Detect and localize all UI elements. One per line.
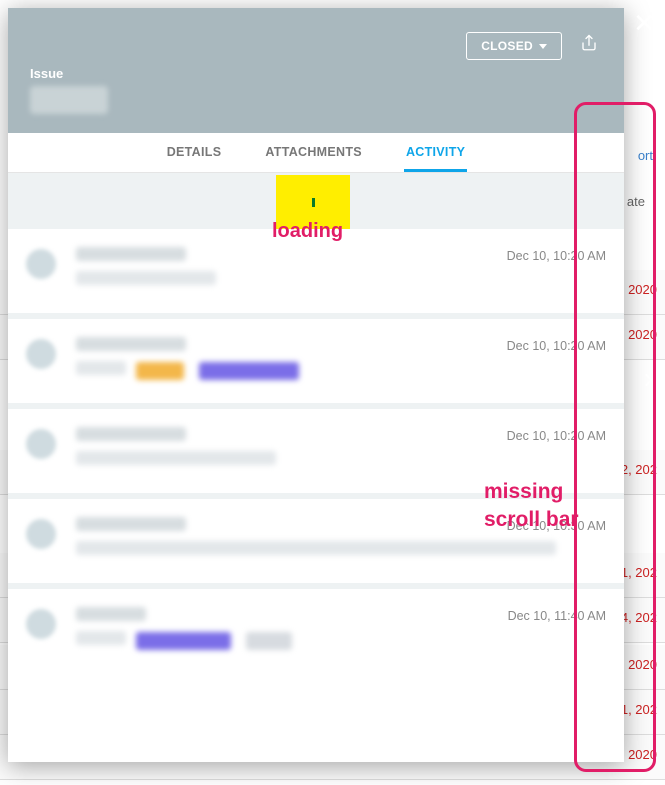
avatar xyxy=(26,429,56,459)
badge-redacted xyxy=(246,632,292,650)
avatar xyxy=(26,519,56,549)
background-link[interactable]: ort xyxy=(638,148,653,163)
author-redacted xyxy=(76,247,186,261)
next-record-button[interactable] xyxy=(639,370,659,395)
bg-cell-date: 2, 202 xyxy=(621,462,657,477)
content-redacted xyxy=(76,451,276,465)
content-redacted xyxy=(76,631,126,645)
activity-content: Dec 10, 10:20 AM Dec 10, 10:20 AM xyxy=(8,173,624,762)
issue-id-redacted xyxy=(30,86,108,114)
tab-attachments[interactable]: ATTACHMENTS xyxy=(263,143,364,172)
loading-spinner-icon xyxy=(312,198,315,207)
tab-details[interactable]: DETAILS xyxy=(165,143,224,172)
author-redacted xyxy=(76,517,186,531)
tab-activity[interactable]: ACTIVITY xyxy=(404,143,467,172)
author-redacted xyxy=(76,427,186,441)
activity-item: Dec 10, 11:40 AM xyxy=(8,589,624,679)
share-button[interactable] xyxy=(580,34,598,57)
caret-down-icon xyxy=(539,44,547,49)
status-label: CLOSED xyxy=(481,39,533,53)
avatar xyxy=(26,609,56,639)
content-redacted xyxy=(76,361,126,375)
bg-cell-date: 1, 202 xyxy=(621,702,657,717)
issue-label: Issue xyxy=(30,66,63,81)
annotation-loading: loading xyxy=(272,220,343,243)
tabs: DETAILS ATTACHMENTS ACTIVITY xyxy=(8,133,624,173)
badge-redacted xyxy=(136,632,231,650)
modal-header: CLOSED Issue xyxy=(8,8,624,133)
close-icon[interactable]: ✕ xyxy=(633,10,655,36)
issue-modal: CLOSED Issue DETAILS ATTACHMENTS ACTIVIT… xyxy=(8,8,624,762)
timestamp: Dec 10, 10:20 AM xyxy=(507,339,606,353)
status-dropdown-button[interactable]: CLOSED xyxy=(466,32,562,60)
author-redacted xyxy=(76,337,186,351)
badge-redacted xyxy=(199,362,299,380)
bg-cell-date: , 2020 xyxy=(621,657,657,672)
timestamp: Dec 10, 10:20 AM xyxy=(507,429,606,443)
timestamp: Dec 10, 11:40 AM xyxy=(508,609,606,623)
bg-cell-date: 4, 202 xyxy=(621,610,657,625)
activity-list: Dec 10, 10:20 AM Dec 10, 10:20 AM xyxy=(8,229,624,679)
avatar xyxy=(26,339,56,369)
background-col-header: ate xyxy=(627,194,645,209)
bg-cell-date: 1, 202 xyxy=(621,565,657,580)
annotation-missing-scrollbar: missing scroll bar xyxy=(484,478,579,535)
timestamp: Dec 10, 10:20 AM xyxy=(507,249,606,263)
content-redacted xyxy=(76,541,556,555)
activity-item: Dec 10, 10:20 AM xyxy=(8,319,624,409)
content-redacted xyxy=(76,271,216,285)
author-redacted xyxy=(76,607,146,621)
avatar xyxy=(26,249,56,279)
badge-redacted xyxy=(136,362,184,380)
